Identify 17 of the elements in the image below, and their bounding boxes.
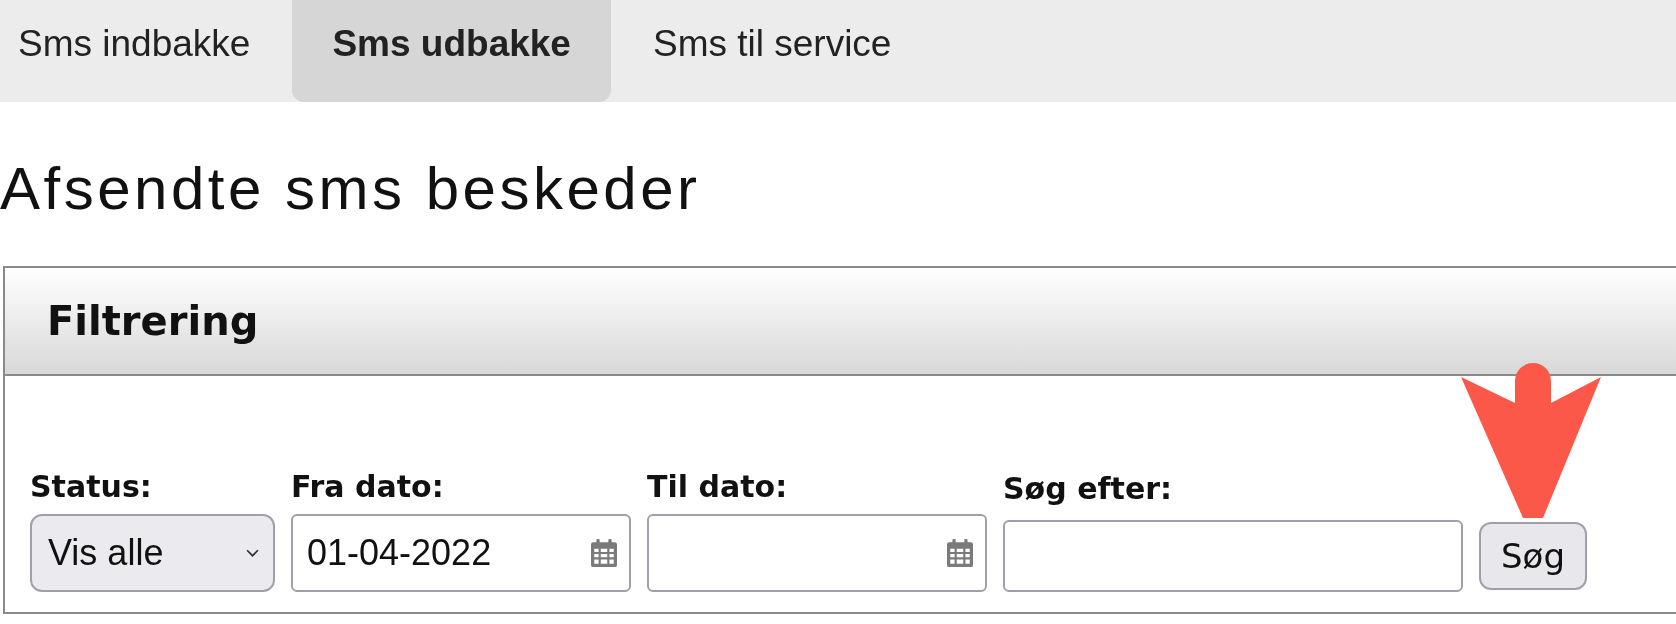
page-heading: Afsendte sms beskeder bbox=[0, 154, 702, 224]
field-label: Søg efter: bbox=[1003, 471, 1173, 506]
search-field[interactable] bbox=[1003, 520, 1463, 592]
field-label: Status: bbox=[30, 469, 153, 504]
panel-title: Filtrering bbox=[47, 298, 259, 344]
date-field[interactable] bbox=[647, 514, 987, 592]
calendar-icon bbox=[591, 538, 617, 568]
tab[interactable]: Sms udbakke bbox=[292, 0, 611, 102]
field-label: Til dato: bbox=[647, 469, 789, 504]
status-dropdown[interactable]: Vis alle bbox=[30, 514, 275, 592]
search-button[interactable]: Søg bbox=[1479, 522, 1587, 590]
tab[interactable]: Sms indbakke bbox=[0, 0, 271, 102]
date-field[interactable]: 01-04-2022 bbox=[291, 514, 631, 592]
field-label: Fra dato: bbox=[291, 469, 445, 504]
calendar-icon bbox=[947, 538, 973, 568]
tab[interactable]: Sms til service bbox=[632, 0, 912, 102]
chevron-icon bbox=[246, 548, 259, 558]
